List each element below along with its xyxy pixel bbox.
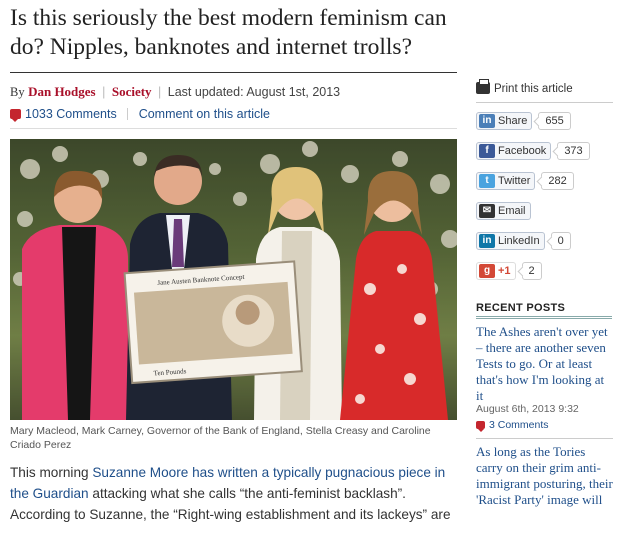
share-row-linkedin: in LinkedIn 0 bbox=[476, 231, 571, 251]
share-count: 655 bbox=[538, 112, 571, 130]
print-article-link[interactable]: Print this article bbox=[476, 79, 573, 95]
author-link[interactable]: Dan Hodges bbox=[28, 84, 96, 99]
facebook-label: Facebook bbox=[498, 145, 547, 157]
google-plus-icon: g bbox=[479, 264, 495, 278]
byline-rule bbox=[10, 128, 457, 129]
print-label: Print this article bbox=[494, 83, 573, 95]
article-photo: Jane Austen Banknote Concept Ten Pounds bbox=[10, 139, 457, 420]
facebook-count: 373 bbox=[557, 142, 590, 160]
share-row-google-plus: g +1 2 bbox=[476, 261, 542, 281]
recent-posts-heading: RECENT POSTS bbox=[476, 302, 612, 319]
linkedin-share-icon: in bbox=[479, 114, 495, 128]
twitter-share-button[interactable]: t Twitter bbox=[476, 172, 536, 190]
headline-rule bbox=[10, 72, 457, 73]
comments-divider bbox=[127, 108, 129, 120]
twitter-label: Twitter bbox=[498, 175, 531, 187]
google-plus-button[interactable]: g +1 bbox=[476, 262, 516, 280]
section-link[interactable]: Society bbox=[112, 84, 152, 99]
email-share-button[interactable]: ✉ Email bbox=[476, 202, 531, 220]
byline: By Dan Hodges | Society | Last updated: … bbox=[10, 84, 340, 100]
recent-post-title-1[interactable]: The Ashes aren't over yet – there are an… bbox=[476, 324, 614, 404]
comment-count-link[interactable]: 1033 Comments bbox=[25, 107, 117, 121]
comment-icon bbox=[10, 109, 21, 122]
linkedin-icon: in bbox=[479, 234, 495, 248]
printer-icon bbox=[476, 79, 490, 94]
article-headline: Is this seriously the best modern femini… bbox=[10, 5, 447, 60]
share-row-linkedin-share: in Share 655 bbox=[476, 111, 571, 131]
recent-post-comment-count-1: 3 Comments bbox=[489, 419, 549, 431]
byline-divider: | bbox=[102, 85, 106, 99]
recent-post-title-2[interactable]: As long as the Tories carry on their gri… bbox=[476, 444, 614, 508]
twitter-icon: t bbox=[479, 174, 495, 188]
print-rule bbox=[476, 102, 613, 103]
share-row-email: ✉ Email bbox=[476, 201, 531, 221]
share-row-twitter: t Twitter 282 bbox=[476, 171, 574, 191]
share-row-facebook: f Facebook 373 bbox=[476, 141, 590, 161]
facebook-icon: f bbox=[479, 144, 495, 158]
comment-on-article-link[interactable]: Comment on this article bbox=[139, 107, 270, 121]
recent-post-comments-1[interactable]: 3 Comments bbox=[476, 419, 549, 432]
photo-illustration: Jane Austen Banknote Concept Ten Pounds bbox=[10, 139, 457, 420]
byline-prefix: By bbox=[10, 85, 25, 99]
last-updated: Last updated: August 1st, 2013 bbox=[167, 85, 341, 99]
comment-icon bbox=[476, 421, 485, 432]
comments-row: 1033 Comments Comment on this article bbox=[10, 107, 270, 122]
photo-caption: Mary Macleod, Mark Carney, Governor of t… bbox=[10, 425, 431, 451]
linkedin-share-button[interactable]: in LinkedIn bbox=[476, 232, 545, 250]
email-icon: ✉ bbox=[479, 204, 495, 218]
linkedin-label: LinkedIn bbox=[498, 235, 540, 247]
recent-post-date-1: August 6th, 2013 9:32 bbox=[476, 403, 579, 415]
google-plus-label: +1 bbox=[498, 265, 511, 277]
recent-post-divider bbox=[476, 438, 613, 439]
google-plus-count: 2 bbox=[521, 262, 542, 280]
share-label: Share bbox=[498, 115, 528, 127]
facebook-share-button[interactable]: f Facebook bbox=[476, 142, 552, 160]
body-text-1: This morning bbox=[10, 465, 93, 480]
byline-divider: | bbox=[158, 85, 162, 99]
linkedin-count: 0 bbox=[550, 232, 571, 250]
twitter-count: 282 bbox=[541, 172, 574, 190]
article-body: This morning Suzanne Moore has written a… bbox=[10, 462, 460, 525]
email-label: Email bbox=[498, 205, 526, 217]
share-button[interactable]: in Share bbox=[476, 112, 533, 130]
